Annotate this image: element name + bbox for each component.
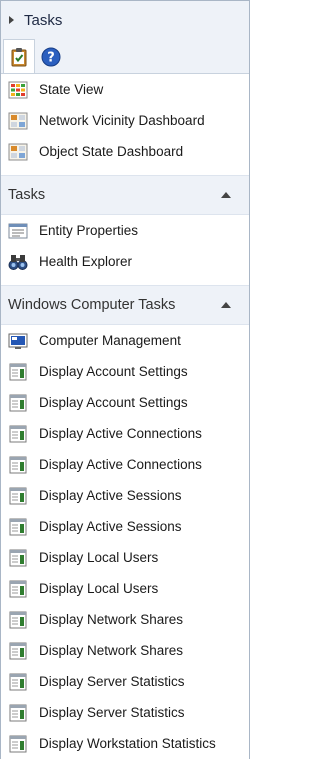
task-console-icon [9, 425, 27, 442]
chevron-up-icon[interactable] [221, 192, 231, 198]
task-item-display-workstation-statistics[interactable]: Display Workstation Statistics [1, 728, 249, 759]
svg-text:?: ? [47, 51, 55, 66]
task-console-icon [9, 456, 27, 473]
task-console-icon [9, 642, 27, 659]
pane-title: Tasks [24, 11, 63, 29]
task-console-icon [9, 611, 27, 628]
spacer [1, 277, 249, 285]
task-item-label: Entity Properties [39, 223, 139, 238]
tab-row: ? [1, 39, 249, 74]
dashboard-icon [8, 143, 28, 160]
task-console-icon [9, 673, 27, 690]
task-item-label: Display Server Statistics [39, 705, 185, 720]
task-console-icon [9, 363, 27, 380]
task-item-label: Display Active Sessions [39, 488, 182, 503]
task-item-label: Computer Management [39, 333, 181, 348]
dashboard-icon [8, 112, 28, 129]
task-console-icon [9, 549, 27, 566]
task-console-icon [9, 704, 27, 721]
section-title: Tasks [8, 187, 46, 203]
state-view-icon [8, 81, 28, 98]
task-console-icon [9, 518, 27, 535]
help-icon: ? [41, 47, 61, 67]
task-item-display-active-connections[interactable]: Display Active Connections [1, 449, 249, 480]
task-item-display-account-settings[interactable]: Display Account Settings [1, 356, 249, 387]
view-item-label: Object State Dashboard [39, 144, 184, 159]
task-item-label: Display Server Statistics [39, 674, 185, 689]
tab-tasks[interactable] [3, 39, 35, 73]
task-item-display-server-statistics[interactable]: Display Server Statistics [1, 697, 249, 728]
task-item-health-explorer[interactable]: Health Explorer [1, 246, 249, 277]
view-item-label: Network Vicinity Dashboard [39, 113, 205, 128]
task-item-display-active-connections[interactable]: Display Active Connections [1, 418, 249, 449]
tasks-pane-header[interactable]: Tasks [1, 1, 249, 39]
task-item-display-local-users[interactable]: Display Local Users [1, 542, 249, 573]
view-item-object-state-dashboard[interactable]: Object State Dashboard [1, 136, 249, 167]
computer-management-icon [8, 333, 28, 349]
spacer [1, 167, 249, 175]
task-item-label: Display Active Connections [39, 457, 202, 472]
binoculars-icon [8, 254, 28, 270]
task-item-label: Display Active Connections [39, 426, 202, 441]
task-item-label: Display Network Shares [39, 643, 184, 658]
task-item-label: Health Explorer [39, 254, 133, 269]
task-console-icon [9, 580, 27, 597]
task-item-display-network-shares[interactable]: Display Network Shares [1, 635, 249, 666]
task-item-display-active-sessions[interactable]: Display Active Sessions [1, 480, 249, 511]
task-console-icon [9, 394, 27, 411]
task-item-label: Display Account Settings [39, 364, 188, 379]
task-item-display-account-settings[interactable]: Display Account Settings [1, 387, 249, 418]
tasks-list: Entity Properties Health Explorer [1, 215, 249, 285]
chevron-up-icon[interactable] [221, 302, 231, 308]
chevron-right-icon[interactable] [9, 16, 14, 24]
task-item-label: Display Local Users [39, 550, 159, 565]
task-item-display-network-shares[interactable]: Display Network Shares [1, 604, 249, 635]
task-item-label: Display Local Users [39, 581, 159, 596]
views-list: State View Network Vicinity Dashboard Ob… [1, 74, 249, 175]
windows-computer-tasks-list: Computer Management Display Account Sett… [1, 325, 249, 759]
task-console-icon [9, 487, 27, 504]
task-item-label: Display Account Settings [39, 395, 188, 410]
task-item-display-server-statistics[interactable]: Display Server Statistics [1, 666, 249, 697]
task-item-computer-management[interactable]: Computer Management [1, 325, 249, 356]
windows-computer-tasks-section-header[interactable]: Windows Computer Tasks [1, 285, 249, 325]
view-item-network-vicinity-dashboard[interactable]: Network Vicinity Dashboard [1, 105, 249, 136]
tab-help[interactable]: ? [35, 41, 67, 73]
task-console-icon [9, 735, 27, 752]
tasks-pane: Tasks ? State View Network Vicinity Dash… [0, 0, 250, 759]
view-item-state-view[interactable]: State View [1, 74, 249, 105]
task-item-entity-properties[interactable]: Entity Properties [1, 215, 249, 246]
section-title: Windows Computer Tasks [8, 297, 176, 313]
tasks-section-header[interactable]: Tasks [1, 175, 249, 215]
properties-icon [8, 223, 28, 238]
task-item-label: Display Network Shares [39, 612, 184, 627]
clipboard-tasks-icon [11, 47, 27, 66]
task-item-label: Display Workstation Statistics [39, 736, 216, 751]
task-item-label: Display Active Sessions [39, 519, 182, 534]
view-item-label: State View [39, 82, 104, 97]
task-item-display-local-users[interactable]: Display Local Users [1, 573, 249, 604]
task-item-display-active-sessions[interactable]: Display Active Sessions [1, 511, 249, 542]
